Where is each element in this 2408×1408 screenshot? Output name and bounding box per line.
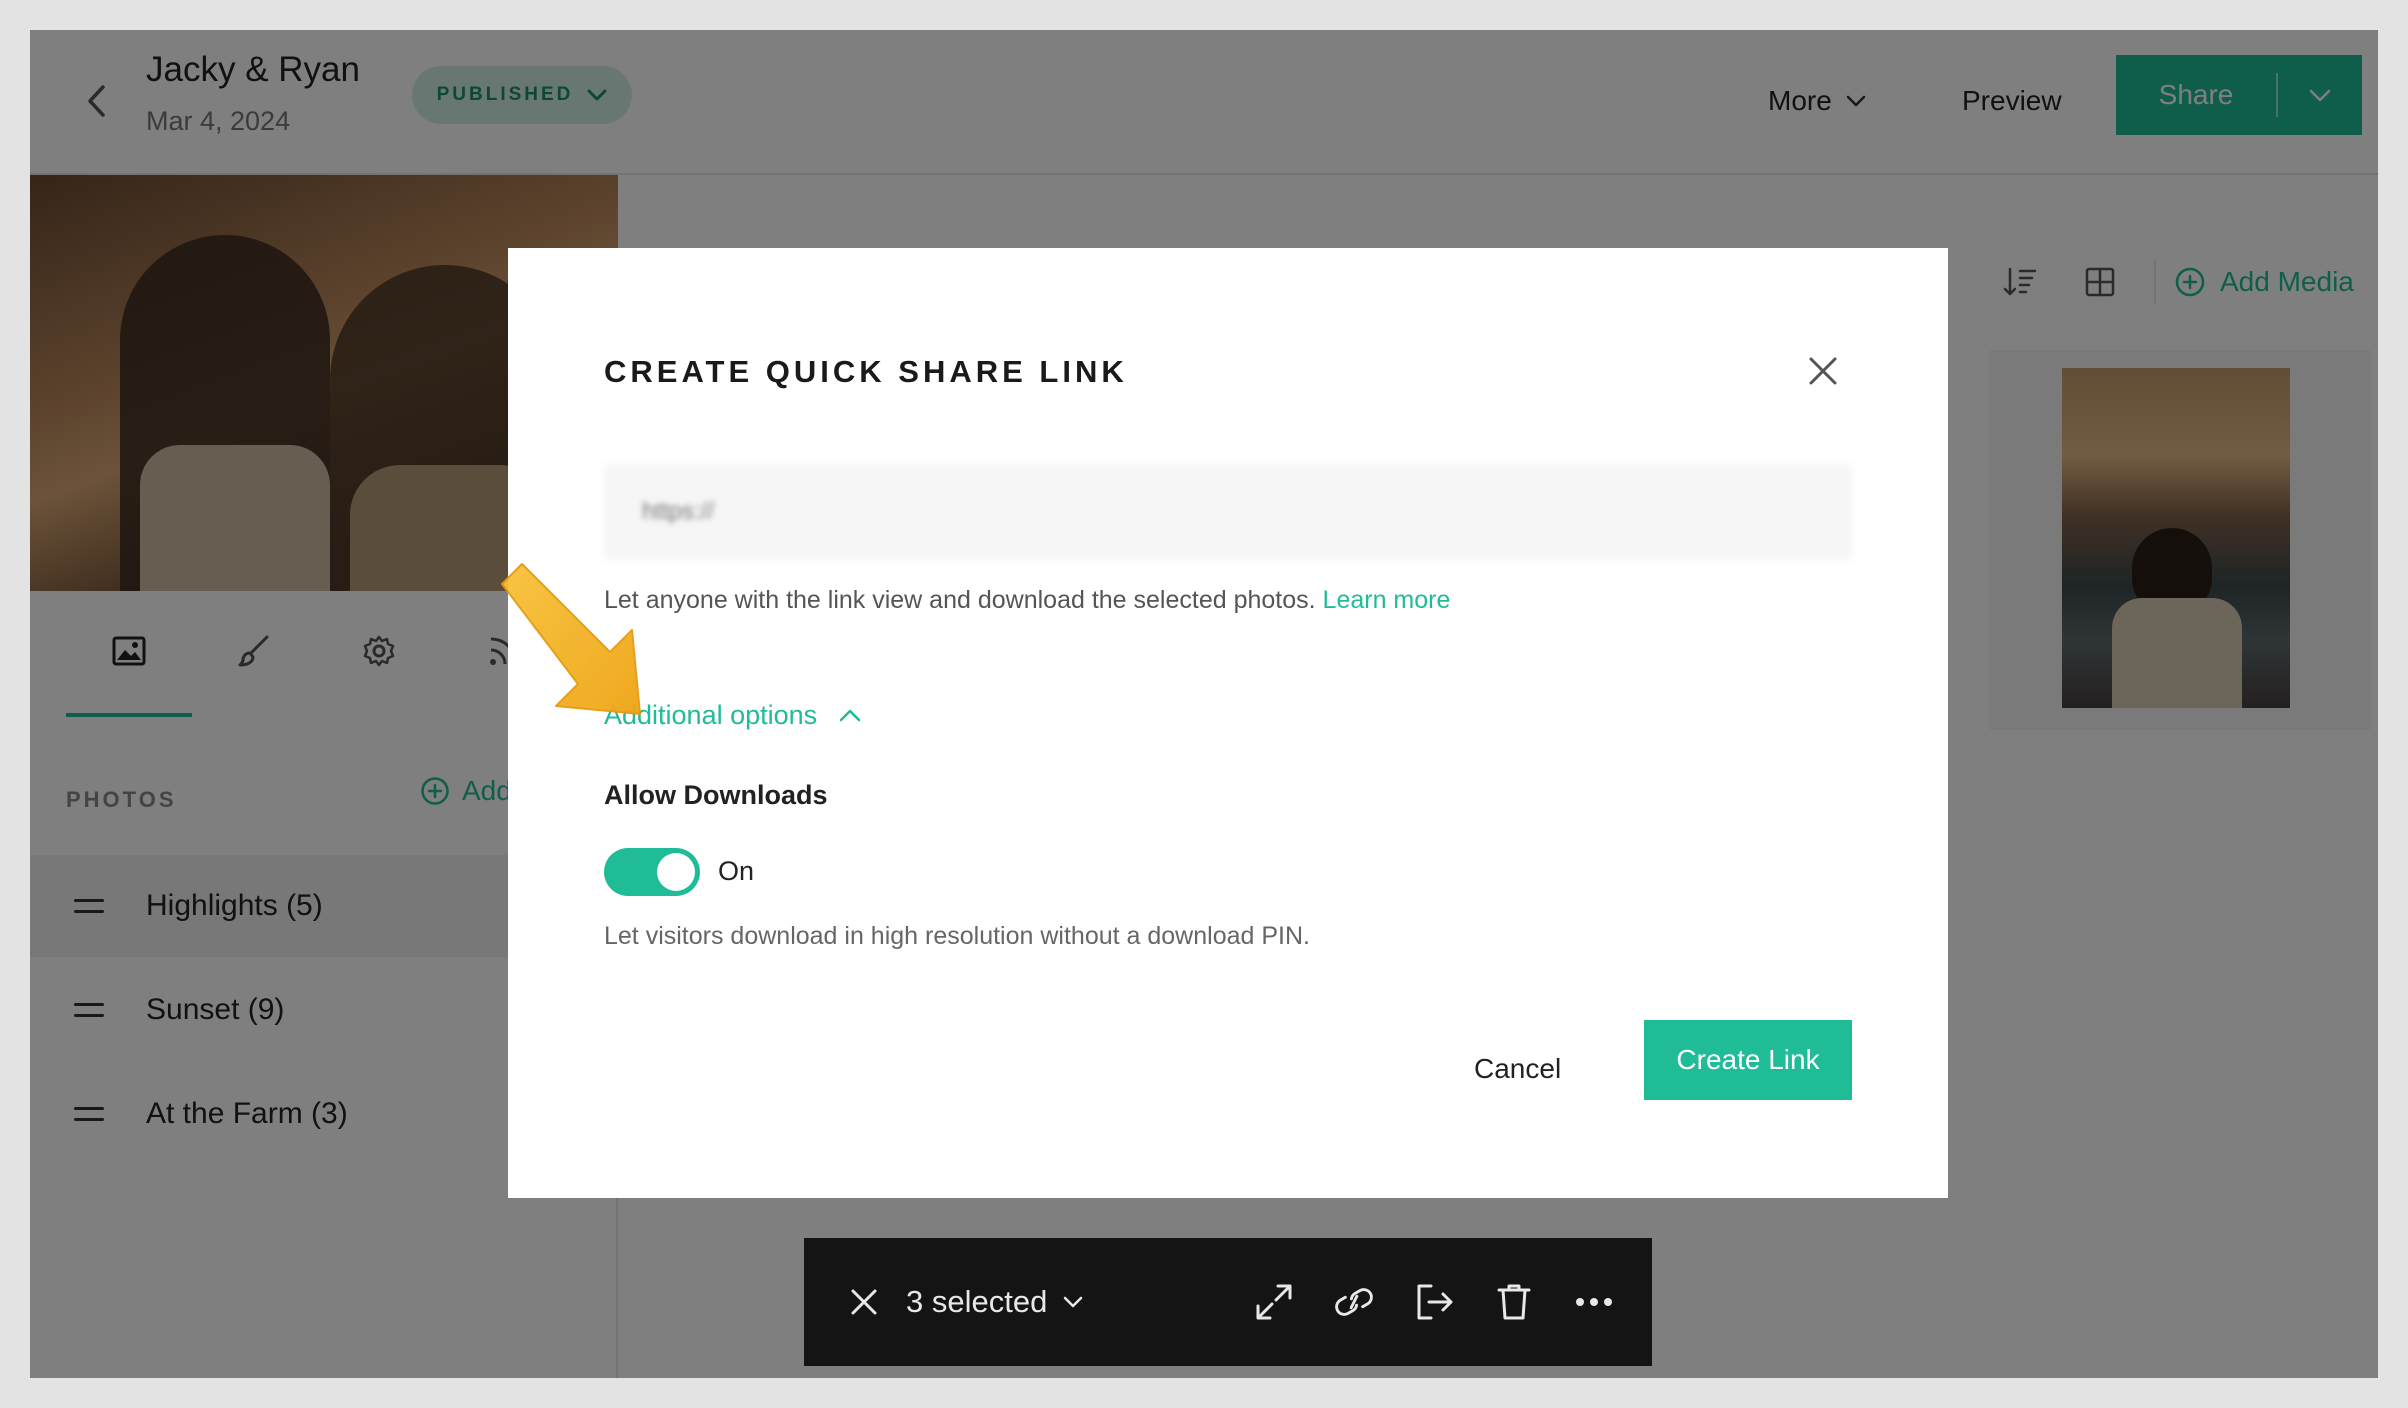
create-link-button[interactable]: Create Link bbox=[1644, 1020, 1852, 1100]
copy-link-button[interactable] bbox=[1332, 1280, 1376, 1324]
allow-downloads-description: Let visitors download in high resolution… bbox=[604, 922, 1310, 950]
delete-button[interactable] bbox=[1492, 1280, 1536, 1324]
more-actions-button[interactable] bbox=[1572, 1280, 1616, 1324]
link-icon bbox=[1335, 1288, 1373, 1316]
app-frame: Jacky & Ryan Mar 4, 2024 PUBLISHED More … bbox=[30, 30, 2378, 1378]
move-to-icon bbox=[1417, 1284, 1453, 1320]
close-icon bbox=[1809, 357, 1837, 385]
learn-more-link[interactable]: Learn more bbox=[1323, 586, 1451, 614]
chevron-up-icon bbox=[839, 709, 861, 722]
quick-share-modal: CREATE QUICK SHARE LINK Let anyone with … bbox=[508, 248, 1948, 1198]
create-link-label: Create Link bbox=[1676, 1044, 1820, 1075]
selection-actions bbox=[1252, 1280, 1616, 1324]
toggle-state-label: On bbox=[718, 856, 755, 886]
share-link-field[interactable] bbox=[604, 464, 1852, 560]
selection-toolbar: 3 selected bbox=[804, 1238, 1652, 1366]
move-button[interactable] bbox=[1412, 1280, 1456, 1324]
help-text-body: Let anyone with the link view and downlo… bbox=[604, 586, 1316, 614]
expand-button[interactable] bbox=[1252, 1280, 1296, 1324]
modal-close-button[interactable] bbox=[1800, 348, 1846, 394]
share-help-text: Let anyone with the link view and downlo… bbox=[604, 586, 1450, 615]
selection-count: 3 selected bbox=[906, 1284, 1048, 1319]
cancel-button[interactable]: Cancel bbox=[1474, 1053, 1561, 1085]
close-icon bbox=[851, 1289, 877, 1315]
trash-icon bbox=[1497, 1284, 1531, 1320]
expand-icon bbox=[1256, 1284, 1292, 1320]
clear-selection-button[interactable] bbox=[844, 1282, 884, 1322]
modal-title: CREATE QUICK SHARE LINK bbox=[604, 354, 1128, 389]
chevron-down-icon bbox=[1064, 1296, 1083, 1308]
allow-downloads-label: Allow Downloads bbox=[604, 780, 828, 810]
toggle-knob bbox=[657, 853, 695, 891]
allow-downloads-toggle[interactable] bbox=[604, 848, 700, 896]
annotation-arrow-icon bbox=[501, 563, 641, 715]
more-horizontal-icon bbox=[1576, 1298, 1612, 1306]
selection-count-dropdown[interactable]: 3 selected bbox=[906, 1284, 1083, 1320]
